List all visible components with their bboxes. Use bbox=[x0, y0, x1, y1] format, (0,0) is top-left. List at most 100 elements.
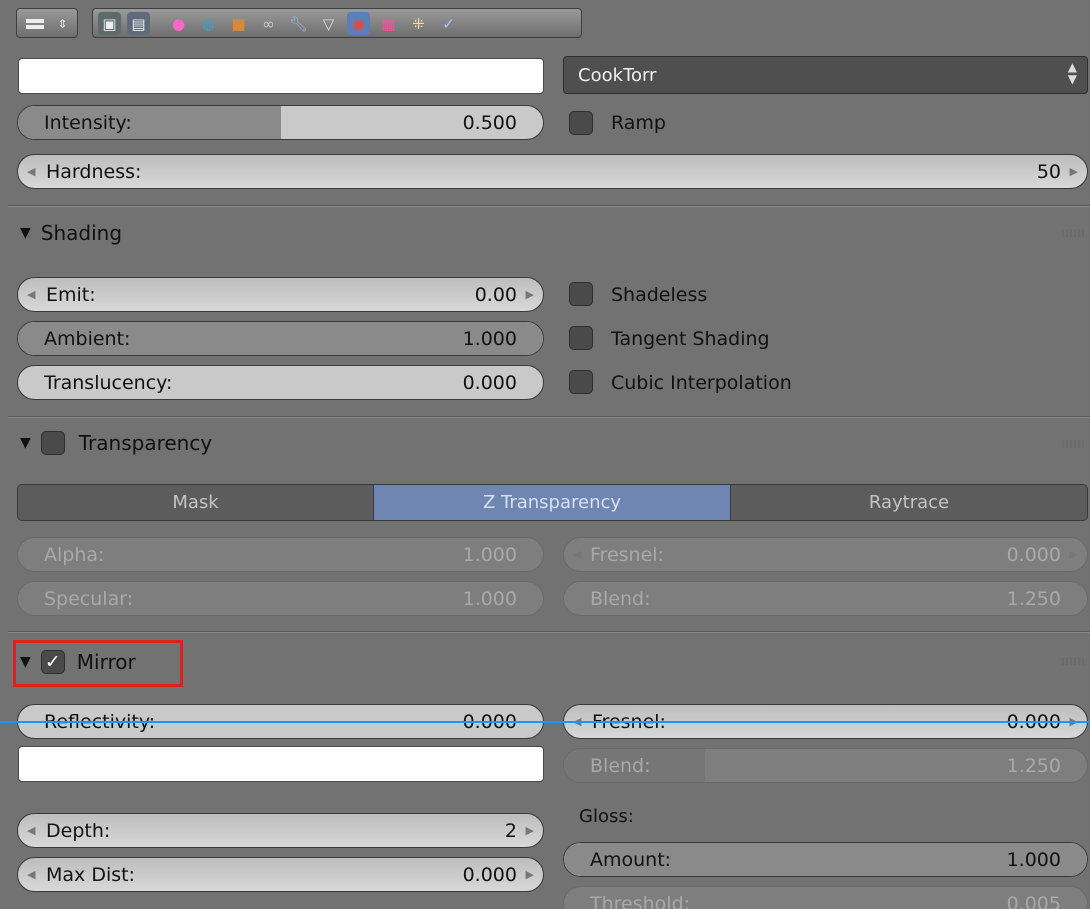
increment-arrow-icon[interactable]: ▶ bbox=[1070, 538, 1078, 571]
ambient-label: Ambient: bbox=[44, 327, 131, 350]
emit-label: Emit: bbox=[46, 283, 96, 306]
modifiers-icon[interactable]: 🔧︎ bbox=[287, 12, 310, 35]
physics-icon[interactable]: ✓ bbox=[437, 12, 460, 35]
max-dist-field[interactable]: ◀ Max Dist: 0.000 ▶ bbox=[17, 857, 544, 892]
mode-raytrace-tab[interactable]: Raytrace bbox=[730, 484, 1088, 521]
mode-mask-tab[interactable]: Mask bbox=[17, 484, 374, 521]
properties-header: ⇕ ▣ ▤ ● ◍ ■ ∞ 🔧︎ ▽ ◉ ▦ ⁜ ✓ bbox=[0, 0, 1090, 46]
render-layers-icon[interactable]: ▤ bbox=[127, 12, 150, 35]
translucency-slider[interactable]: Translucency: 0.000 bbox=[17, 365, 544, 400]
increment-arrow-icon[interactable]: ▶ bbox=[526, 814, 534, 847]
material-icon[interactable]: ◉ bbox=[347, 12, 370, 35]
transparency-blend-slider[interactable]: Blend: 1.250 bbox=[563, 581, 1088, 616]
transparency-title: Transparency bbox=[78, 431, 213, 455]
increment-arrow-icon[interactable]: ▶ bbox=[526, 858, 534, 891]
depth-value: 2 bbox=[504, 819, 517, 842]
diffuse-shader-value: CookTorr bbox=[578, 64, 657, 86]
render-icon[interactable]: ▣ bbox=[98, 12, 121, 35]
transparency-blend-value: 1.250 bbox=[1006, 587, 1061, 610]
specular-slider[interactable]: Specular: 1.000 bbox=[17, 581, 544, 616]
shadeless-label: Shadeless bbox=[611, 284, 708, 306]
emit-field[interactable]: ◀ Emit: 0.00 ▶ bbox=[17, 277, 544, 312]
transparency-fresnel-field[interactable]: ◀ Fresnel: 0.000 ▶ bbox=[563, 537, 1088, 572]
world-icon[interactable]: ◍ bbox=[197, 12, 220, 35]
panel-grip-icon[interactable] bbox=[1062, 229, 1084, 237]
gloss-label: Gloss: bbox=[579, 805, 634, 827]
hardness-value: 50 bbox=[1036, 160, 1061, 183]
decrement-arrow-icon[interactable]: ◀ bbox=[27, 858, 35, 891]
guide-line bbox=[0, 721, 1090, 723]
mode-z-transparency-label: Z Transparency bbox=[482, 492, 622, 513]
panel-divider bbox=[8, 416, 1090, 418]
translucency-value: 0.000 bbox=[462, 371, 517, 394]
transparency-panel-header[interactable]: ▼ Transparency bbox=[20, 426, 212, 460]
mirror-blend-label: Blend: bbox=[590, 754, 651, 777]
depth-label: Depth: bbox=[46, 819, 111, 842]
mode-raytrace-label: Raytrace bbox=[868, 492, 950, 513]
chevron-updown-icon: ▲ ▼ bbox=[1067, 60, 1077, 86]
gloss-amount-slider[interactable]: Amount: 1.000 bbox=[563, 842, 1088, 877]
translucency-label: Translucency: bbox=[44, 371, 173, 394]
depth-field[interactable]: ◀ Depth: 2 ▶ bbox=[17, 813, 544, 848]
editor-type-button[interactable]: ⇕ bbox=[16, 8, 78, 38]
intensity-label: Intensity: bbox=[44, 111, 132, 134]
object-icon[interactable]: ■ bbox=[227, 12, 250, 35]
gloss-threshold-slider[interactable]: Threshold: 0.005 bbox=[563, 886, 1088, 909]
ambient-value: 1.000 bbox=[462, 327, 517, 350]
decrement-arrow-icon[interactable]: ◀ bbox=[27, 814, 35, 847]
decrement-arrow-icon[interactable]: ◀ bbox=[27, 155, 35, 188]
alpha-label: Alpha: bbox=[44, 543, 105, 566]
cubic-interpolation-checkbox[interactable] bbox=[569, 370, 593, 394]
mode-mask-label: Mask bbox=[172, 492, 219, 513]
scene-icon[interactable]: ● bbox=[167, 12, 190, 35]
ramp-label: Ramp bbox=[611, 112, 666, 134]
texture-icon[interactable]: ▦ bbox=[377, 12, 400, 35]
mirror-blend-slider[interactable]: Blend: 1.250 bbox=[563, 748, 1088, 783]
panel-divider bbox=[8, 205, 1090, 207]
ambient-slider[interactable]: Ambient: 1.000 bbox=[17, 321, 544, 356]
shading-panel-header[interactable]: ▼ Shading bbox=[20, 216, 122, 250]
emit-value: 0.00 bbox=[474, 283, 517, 306]
gloss-threshold-value: 0.005 bbox=[1006, 892, 1061, 909]
diffuse-color-field[interactable] bbox=[18, 58, 544, 94]
transparency-fresnel-label: Fresnel: bbox=[590, 543, 664, 566]
hardness-field[interactable]: ◀ Hardness: 50 ▶ bbox=[17, 154, 1088, 189]
gloss-threshold-label: Threshold: bbox=[590, 892, 691, 909]
shading-title: Shading bbox=[40, 221, 123, 245]
max-dist-label: Max Dist: bbox=[46, 863, 135, 886]
shadeless-checkbox[interactable] bbox=[569, 282, 593, 306]
max-dist-value: 0.000 bbox=[462, 863, 517, 886]
specular-value: 1.000 bbox=[462, 587, 517, 610]
context-tabs: ▣ ▤ ● ◍ ■ ∞ 🔧︎ ▽ ◉ ▦ ⁜ ✓ bbox=[92, 8, 582, 38]
gloss-amount-label: Amount: bbox=[590, 848, 672, 871]
hardness-label: Hardness: bbox=[46, 160, 142, 183]
particles-icon[interactable]: ⁜ bbox=[407, 12, 430, 35]
panel-grip-icon[interactable] bbox=[1062, 657, 1084, 665]
increment-arrow-icon[interactable]: ▶ bbox=[1070, 155, 1078, 188]
intensity-slider[interactable]: Intensity: 0.500 bbox=[17, 105, 544, 140]
decrement-arrow-icon[interactable]: ◀ bbox=[573, 538, 581, 571]
diffuse-shader-dropdown[interactable]: CookTorr ▲ ▼ bbox=[563, 56, 1088, 94]
alpha-value: 1.000 bbox=[462, 543, 517, 566]
increment-arrow-icon[interactable]: ▶ bbox=[526, 278, 534, 311]
transparency-blend-label: Blend: bbox=[590, 587, 651, 610]
mirror-color-field[interactable] bbox=[18, 746, 544, 782]
decrement-arrow-icon[interactable]: ◀ bbox=[27, 278, 35, 311]
mirror-blend-value: 1.250 bbox=[1006, 754, 1061, 777]
ramp-checkbox[interactable] bbox=[569, 111, 593, 135]
transparency-checkbox[interactable] bbox=[40, 431, 65, 455]
panel-divider bbox=[8, 631, 1090, 633]
intensity-value: 0.500 bbox=[462, 111, 517, 134]
mode-z-transparency-tab[interactable]: Z Transparency bbox=[373, 484, 731, 521]
data-icon[interactable]: ▽ bbox=[317, 12, 340, 35]
highlight-box bbox=[13, 640, 183, 687]
transparency-fresnel-value: 0.000 bbox=[1006, 543, 1061, 566]
tangent-shading-checkbox[interactable] bbox=[569, 326, 593, 350]
triangle-down-icon: ▼ bbox=[20, 435, 31, 451]
specular-label: Specular: bbox=[44, 587, 134, 610]
constraints-icon[interactable]: ∞ bbox=[257, 12, 280, 35]
panel-grip-icon[interactable] bbox=[1062, 440, 1084, 448]
editor-type-icon bbox=[23, 12, 46, 35]
gloss-amount-value: 1.000 bbox=[1006, 848, 1061, 871]
alpha-slider[interactable]: Alpha: 1.000 bbox=[17, 537, 544, 572]
